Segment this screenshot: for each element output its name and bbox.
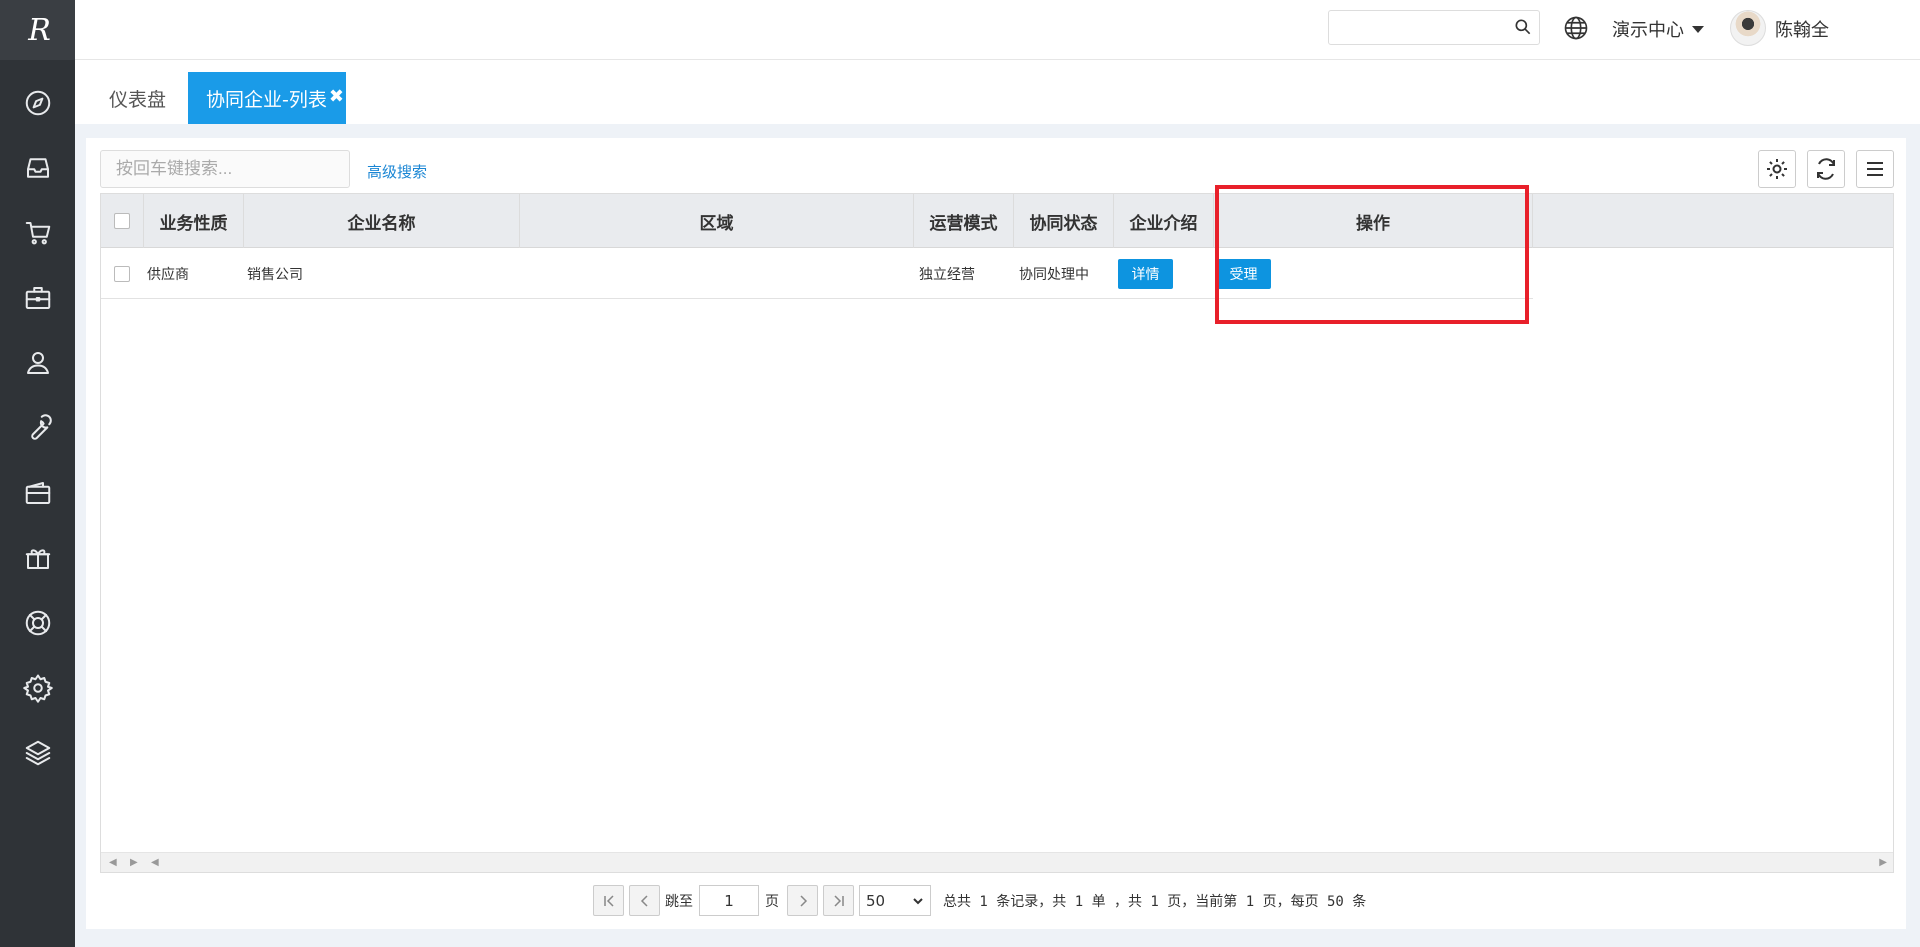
row-checkbox[interactable] [114,265,130,282]
page-unit-label: 页 [765,893,779,910]
pagination: 跳至 1 页 50 总共 1 条记录，共 1 单 ，共 1 页，当前第 1 页，… [593,884,1366,917]
logo[interactable]: R [0,0,75,60]
cart-icon[interactable] [0,200,75,265]
close-icon[interactable]: ✖ [329,86,344,107]
cell-type: 供应商 [147,266,189,283]
compass-icon[interactable] [0,70,75,135]
tabs-bar: 仪表盘 协同企业-列表 ✖ [75,60,1920,124]
pagination-info: 总共 1 条记录，共 1 单 ，共 1 页，当前第 1 页，每页 50 条 [943,893,1367,910]
chevron-right-icon [799,894,807,907]
advanced-search-link[interactable]: 高级搜索 [367,161,427,182]
page-size-select[interactable]: 50 [859,885,931,916]
main-panel: 高级搜索 业务性质 企业名称 区域 运营模式 协同状态 企业介绍 操作 供应商 … [86,138,1906,929]
scroll-right-icon[interactable]: ▶ [1879,857,1887,868]
column-header[interactable]: 企业名称 [244,194,520,248]
globe-icon[interactable] [1562,14,1590,42]
list-search [100,150,350,188]
settings-button[interactable] [1758,150,1796,188]
menu-icon [1867,162,1883,176]
next-page-button[interactable] [787,885,818,916]
first-page-icon [603,894,614,907]
first-page-button[interactable] [593,885,624,916]
sidebar: R [0,0,75,947]
caret-down-icon [1692,25,1704,33]
scroll-right-icon[interactable]: ▶ [130,857,138,868]
logo-text: R [28,12,51,48]
gear-icon[interactable] [0,655,75,720]
cell-mode: 独立经营 [919,266,975,283]
wrench-icon[interactable] [0,395,75,460]
gear-icon [1767,159,1787,179]
select-all-checkbox[interactable] [114,213,130,229]
scroll-left-icon[interactable]: ◀ [151,857,159,868]
table-header: 业务性质 企业名称 区域 运营模式 协同状态 企业介绍 操作 [101,194,1893,248]
chevron-down-icon [913,897,923,904]
jump-to-label: 跳至 [665,893,693,910]
inbox-icon[interactable] [0,135,75,200]
center-menu[interactable]: 演示中心 [1612,16,1704,42]
horizontal-scrollbar[interactable]: ◀ ▶ ◀ ▶ [101,852,1893,872]
tab-label: 协同企业-列表 [206,88,327,111]
top-search-input[interactable] [1329,11,1499,44]
page-size-value: 50 [866,891,886,910]
column-header[interactable]: 运营模式 [914,194,1014,248]
scroll-left-icon[interactable]: ◀ [109,857,117,868]
refresh-button[interactable] [1807,150,1845,188]
menu-button[interactable] [1856,150,1894,188]
top-search [1328,10,1540,45]
page-number-input[interactable]: 1 [699,885,759,916]
prev-page-button[interactable] [629,885,660,916]
lifebuoy-icon[interactable] [0,590,75,655]
layers-icon[interactable] [0,720,75,785]
last-page-icon [833,894,844,907]
column-header[interactable]: 区域 [520,194,914,248]
refresh-icon [1817,158,1835,180]
column-header[interactable]: 企业介绍 [1114,194,1214,248]
user-icon[interactable] [0,330,75,395]
tab-dashboard[interactable]: 仪表盘 [109,72,166,124]
avatar[interactable] [1730,10,1766,46]
cell-intro: 详情 [1118,248,1173,299]
search-icon[interactable] [1513,17,1533,37]
search-input[interactable] [101,151,349,187]
tab-partner-list[interactable]: 协同企业-列表 ✖ [188,72,346,124]
highlight-annotation [1215,185,1529,324]
last-page-button[interactable] [823,885,854,916]
briefcase-icon[interactable] [0,265,75,330]
row-checkbox-cell [114,248,130,299]
center-label: 演示中心 [1612,20,1684,41]
user-name[interactable]: 陈翰全 [1775,16,1829,42]
cell-status: 协同处理中 [1019,266,1089,283]
select-all-cell [101,194,144,248]
gift-icon[interactable] [0,525,75,590]
tab-label: 仪表盘 [109,88,167,111]
column-header[interactable]: 业务性质 [144,194,244,248]
cell-company: 销售公司 [247,266,303,283]
wallet-icon[interactable] [0,460,75,525]
top-bar: 演示中心 陈翰全 [75,0,1920,60]
data-table: 业务性质 企业名称 区域 运营模式 协同状态 企业介绍 操作 供应商 销售公司 … [100,193,1894,873]
chevron-left-icon [640,894,648,907]
column-header[interactable]: 协同状态 [1014,194,1114,248]
detail-button[interactable]: 详情 [1118,258,1173,289]
